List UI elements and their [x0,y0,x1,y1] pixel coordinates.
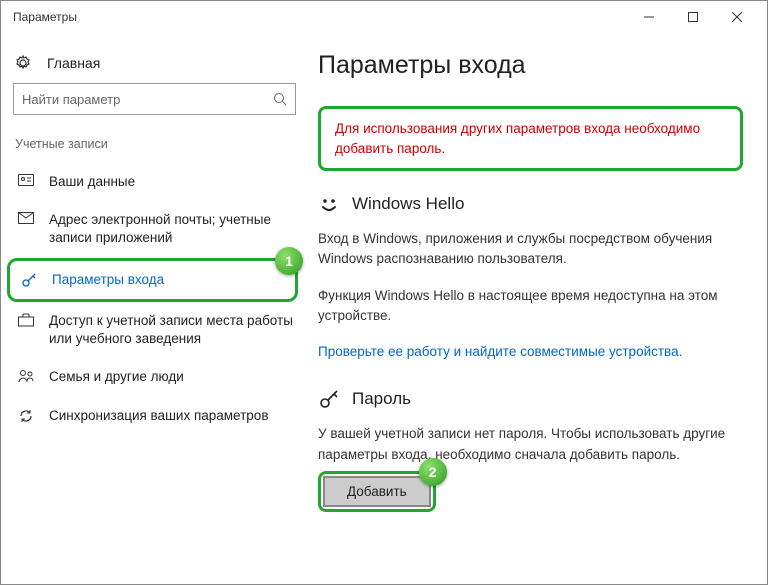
nav-label: Синхронизация ваших параметров [49,407,269,425]
sidebar-item-sign-in-options[interactable]: Параметры входа [10,261,295,299]
home-label: Главная [47,55,100,71]
annotation-badge-1: 1 [275,247,303,275]
people-icon [15,368,37,383]
sidebar-item-family[interactable]: Семья и другие люди [7,358,306,396]
key-icon [318,388,340,410]
add-password-button[interactable]: Добавить [323,476,431,507]
hello-link[interactable]: Проверьте ее работу и найдите совместимы… [318,342,743,362]
close-button[interactable] [715,3,759,31]
page-title: Параметры входа [318,51,743,80]
nav-label: Доступ к учетной записи места работы или… [49,312,298,348]
window-title: Параметры [9,10,627,24]
search-icon [273,92,287,106]
minimize-button[interactable] [627,3,671,31]
main-pane: Параметры входа Для использования других… [306,33,767,584]
key-icon [18,271,40,288]
smiley-icon [318,193,340,215]
hello-heading: Windows Hello [318,193,743,215]
annotation-highlight-2: Добавить 2 [318,471,436,512]
nav-label: Семья и другие люди [49,368,184,386]
sidebar-item-email-accounts[interactable]: Адрес электронной почты; учетные записи … [7,201,306,257]
password-heading-text: Пароль [352,389,411,409]
search-placeholder: Найти параметр [22,92,273,107]
warning-message: Для использования других параметров вход… [318,106,743,171]
titlebar: Параметры [1,1,767,33]
password-heading: Пароль [318,388,743,410]
search-input[interactable]: Найти параметр [13,83,296,115]
hello-heading-text: Windows Hello [352,194,464,214]
password-desc: У вашей учетной записи нет пароля. Чтобы… [318,424,743,465]
section-label: Учетные записи [7,137,306,163]
sync-icon [15,407,37,424]
sidebar-item-your-info[interactable]: Ваши данные [7,163,306,201]
sidebar-item-sync[interactable]: Синхронизация ваших параметров [7,397,306,435]
nav-label: Адрес электронной почты; учетные записи … [49,211,298,247]
nav-label: Ваши данные [49,173,135,191]
sidebar-item-work-access[interactable]: Доступ к учетной записи места работы или… [7,302,306,358]
hello-desc: Вход в Windows, приложения и службы поср… [318,229,743,270]
maximize-button[interactable] [671,3,715,31]
mail-icon [15,211,37,224]
hello-unavailable: Функция Windows Hello в настоящее время … [318,286,743,327]
id-card-icon [15,173,37,186]
briefcase-icon [15,312,37,327]
annotation-highlight-1: Параметры входа 1 [7,258,298,302]
home-link[interactable]: Главная [7,51,306,83]
sidebar: Главная Найти параметр Учетные записи Ва… [1,33,306,584]
nav-label: Параметры входа [52,271,164,289]
gear-icon [13,55,33,71]
annotation-badge-2: 2 [419,458,447,486]
